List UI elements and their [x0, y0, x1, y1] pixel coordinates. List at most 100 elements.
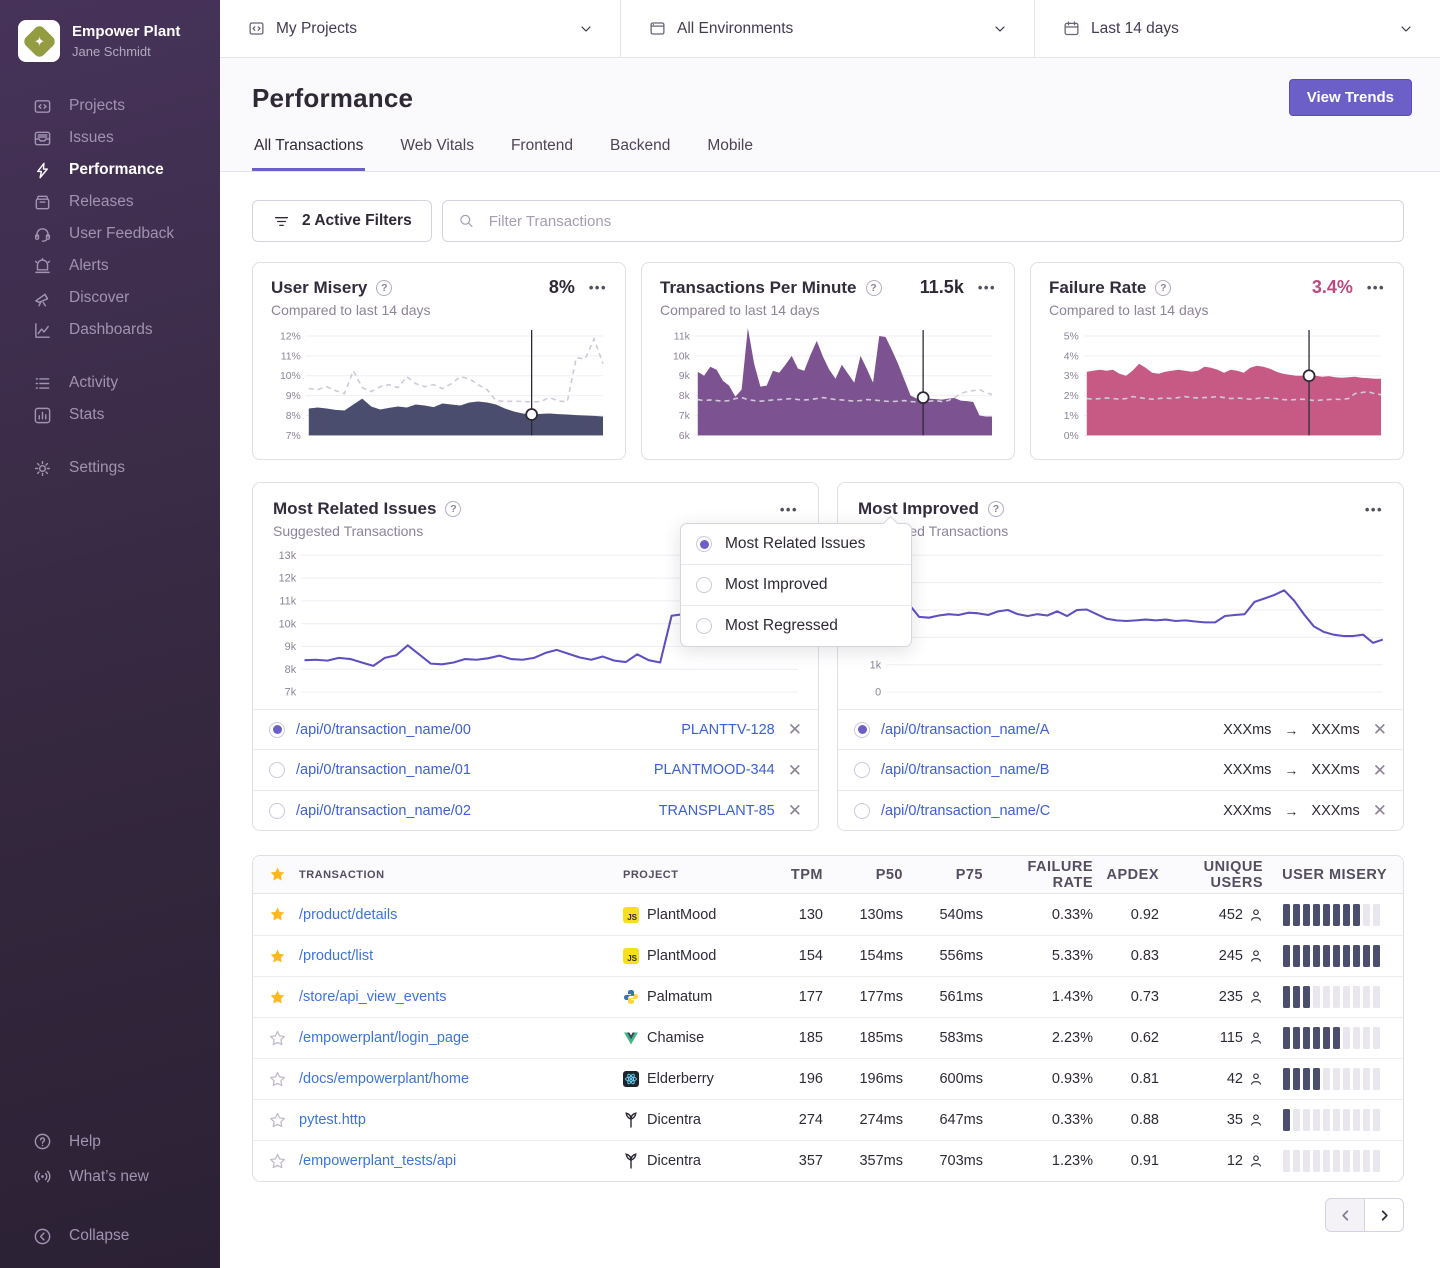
dicentra-icon — [623, 1153, 639, 1169]
sidebar-item-issues[interactable]: Issues — [0, 122, 220, 154]
row-radio[interactable] — [269, 803, 285, 819]
tab-web-vitals[interactable]: Web Vitals — [398, 137, 476, 171]
overflow-menu-icon[interactable]: ••• — [780, 503, 798, 516]
project-cell[interactable]: Dicentra — [623, 1153, 773, 1169]
overflow-menu-icon[interactable]: ••• — [1367, 281, 1385, 294]
arrow-right-icon: → — [1284, 762, 1298, 778]
transaction-link[interactable]: /product/details — [299, 907, 397, 923]
menu-option-most-related-issues[interactable]: Most Related Issues — [681, 524, 911, 564]
close-icon[interactable]: ✕ — [788, 762, 802, 779]
overflow-menu-icon[interactable]: ••• — [1365, 503, 1383, 516]
issue-tag-link[interactable]: PLANTMOOD-344 — [654, 762, 775, 778]
transaction-link[interactable]: /store/api_view_events — [299, 989, 447, 1005]
overflow-menu-icon[interactable]: ••• — [978, 281, 996, 294]
issue-tag-link[interactable]: PLANTTV-128 — [681, 722, 775, 738]
close-icon[interactable]: ✕ — [1373, 802, 1387, 819]
sidebar-item-user-feedback[interactable]: User Feedback — [0, 218, 220, 250]
overflow-menu-icon[interactable]: ••• — [589, 281, 607, 294]
transaction-link[interactable]: /api/0/transaction_name/02 — [296, 803, 471, 819]
transaction-link[interactable]: /product/list — [299, 948, 373, 964]
transaction-link[interactable]: /api/0/transaction_name/C — [881, 803, 1050, 819]
row-radio[interactable] — [854, 762, 870, 778]
help-icon[interactable]: ? — [445, 501, 461, 517]
sidebar-item-settings[interactable]: Settings — [0, 452, 220, 484]
star-filled-icon[interactable] — [269, 948, 286, 965]
sidebar-item-help[interactable]: Help — [0, 1124, 220, 1159]
project-selector[interactable]: My Projects — [220, 0, 620, 57]
widget-display-menu: Most Related IssuesMost ImprovedMost Reg… — [680, 523, 912, 647]
sidebar-item-dashboards[interactable]: Dashboards — [0, 314, 220, 346]
close-icon[interactable]: ✕ — [788, 721, 802, 738]
view-trends-button[interactable]: View Trends — [1289, 79, 1412, 116]
sidebar-item-what-s-new[interactable]: What’s new — [0, 1159, 220, 1194]
star-outline-icon[interactable] — [269, 1030, 286, 1047]
most-improved-chart: 2k1k0 — [838, 539, 1403, 709]
close-icon[interactable]: ✕ — [1373, 721, 1387, 738]
project-cell[interactable]: Chamise — [623, 1030, 773, 1046]
sidebar-item-stats[interactable]: Stats — [0, 399, 220, 431]
transaction-link[interactable]: /api/0/transaction_name/01 — [296, 762, 471, 778]
transaction-link[interactable]: /api/0/transaction_name/00 — [296, 722, 471, 738]
help-icon[interactable]: ? — [1155, 280, 1171, 296]
project-cell[interactable]: Elderberry — [623, 1071, 773, 1087]
sidebar-item-projects[interactable]: Projects — [0, 90, 220, 122]
metric-card-user-misery: User Misery? 8% ••• Compared to last 14 … — [252, 262, 626, 460]
help-icon[interactable]: ? — [376, 280, 392, 296]
daterange-selector[interactable]: Last 14 days — [1034, 0, 1440, 57]
close-icon[interactable]: ✕ — [788, 802, 802, 819]
help-icon[interactable]: ? — [988, 501, 1004, 517]
tab-frontend[interactable]: Frontend — [509, 137, 575, 171]
menu-option-most-improved[interactable]: Most Improved — [681, 564, 911, 605]
star-filled-icon[interactable] — [269, 989, 286, 1006]
transaction-link[interactable]: /api/0/transaction_name/A — [881, 722, 1049, 738]
project-cell[interactable]: JSPlantMood — [623, 948, 773, 964]
releases-icon — [33, 193, 52, 212]
sidebar-item-performance[interactable]: Performance — [0, 154, 220, 186]
unique-users-cell: 452 — [1169, 907, 1273, 923]
issue-tag-link[interactable]: TRANSPLANT-85 — [659, 803, 775, 819]
project-selector-label: My Projects — [276, 20, 357, 38]
search-input[interactable] — [487, 212, 1389, 231]
star-outline-icon[interactable] — [269, 1112, 286, 1129]
javascript-icon: JS — [623, 948, 639, 964]
transaction-link[interactable]: /empowerplant_tests/api — [299, 1153, 456, 1169]
sidebar-item-discover[interactable]: Discover — [0, 282, 220, 314]
sidebar-item-activity[interactable]: Activity — [0, 367, 220, 399]
org-switcher[interactable]: ✦ Empower Plant Jane Schmidt — [0, 14, 220, 80]
close-icon[interactable]: ✕ — [1373, 762, 1387, 779]
menu-radio[interactable] — [696, 618, 712, 634]
row-radio[interactable] — [854, 722, 870, 738]
transaction-link[interactable]: /api/0/transaction_name/B — [881, 762, 1049, 778]
sidebar-collapse-button[interactable]: Collapse — [0, 1220, 220, 1252]
star-outline-icon[interactable] — [269, 1153, 286, 1170]
project-cell[interactable]: Dicentra — [623, 1112, 773, 1128]
tab-all-transactions[interactable]: All Transactions — [252, 137, 365, 171]
transaction-link[interactable]: /docs/empowerplant/home — [299, 1071, 469, 1087]
table-row: /product/listJSPlantMood154154ms556ms5.3… — [253, 935, 1403, 976]
menu-radio[interactable] — [696, 536, 712, 552]
python-icon — [623, 989, 639, 1005]
environment-selector[interactable]: All Environments — [620, 0, 1034, 57]
transaction-link[interactable]: pytest.http — [299, 1112, 366, 1128]
menu-radio[interactable] — [696, 577, 712, 593]
search-box[interactable] — [442, 200, 1404, 242]
project-cell[interactable]: Palmatum — [623, 989, 773, 1005]
tab-backend[interactable]: Backend — [608, 137, 672, 171]
duration-after: XXXms — [1311, 722, 1359, 738]
sidebar-item-alerts[interactable]: Alerts — [0, 250, 220, 282]
star-filled-icon[interactable] — [269, 906, 286, 923]
row-radio[interactable] — [269, 762, 285, 778]
active-filters-button[interactable]: 2 Active Filters — [252, 200, 432, 242]
transaction-link[interactable]: /empowerplant/login_page — [299, 1030, 469, 1046]
pagination-next-button[interactable] — [1364, 1198, 1404, 1232]
menu-option-most-regressed[interactable]: Most Regressed — [681, 605, 911, 646]
tab-mobile[interactable]: Mobile — [705, 137, 755, 171]
row-radio[interactable] — [269, 722, 285, 738]
help-icon[interactable]: ? — [866, 280, 882, 296]
pagination-prev-button[interactable] — [1325, 1198, 1365, 1232]
sidebar-item-releases[interactable]: Releases — [0, 186, 220, 218]
project-cell[interactable]: JSPlantMood — [623, 907, 773, 923]
pagination — [252, 1198, 1404, 1232]
star-outline-icon[interactable] — [269, 1071, 286, 1088]
row-radio[interactable] — [854, 803, 870, 819]
